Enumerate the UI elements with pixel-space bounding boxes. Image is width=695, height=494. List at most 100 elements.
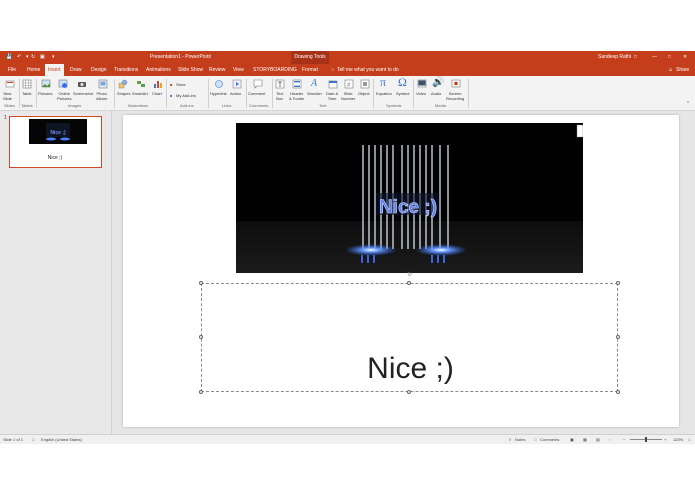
tab-animations[interactable]: Animations: [146, 64, 171, 76]
resize-handle[interactable]: [616, 390, 620, 394]
photo-album-button[interactable]: Photo Album: [96, 91, 107, 101]
fit-slide-icon[interactable]: □: [688, 435, 690, 444]
slide-sorter-icon[interactable]: ▦: [583, 435, 587, 444]
layout-options-button[interactable]: [576, 124, 583, 138]
video-button[interactable]: Video: [416, 91, 426, 96]
save-icon[interactable]: 💾: [6, 51, 12, 64]
rotate-handle-icon[interactable]: ↻: [407, 271, 412, 278]
wordart-button[interactable]: WordArt: [307, 91, 322, 96]
group-label-links: Links: [222, 103, 232, 108]
resize-handle[interactable]: [407, 390, 411, 394]
ribbon-group-separator: [272, 79, 273, 108]
tab-design[interactable]: Design: [91, 64, 107, 76]
chart-button[interactable]: Chart: [152, 91, 162, 96]
tab-file[interactable]: File: [8, 64, 16, 76]
resize-handle[interactable]: [616, 281, 620, 285]
hyperlink-icon: [215, 80, 223, 88]
close-icon[interactable]: ✕: [683, 51, 687, 64]
group-label-media: Media: [435, 103, 446, 108]
zoom-in-icon[interactable]: +: [664, 435, 666, 444]
group-label-addins: Add-ins: [180, 103, 194, 108]
hyperlink-button[interactable]: Hyperlink: [210, 91, 227, 96]
user-name[interactable]: Sandeep Rathi: [598, 51, 631, 64]
notes-icon: ≡: [509, 437, 512, 442]
tab-insert[interactable]: Insert: [45, 64, 64, 76]
zoom-out-icon[interactable]: −: [623, 435, 625, 444]
undo-dropdown-icon[interactable]: ▾: [26, 51, 29, 64]
group-label-illustrations: Illustrations: [128, 103, 149, 108]
equation-button[interactable]: Equation: [376, 91, 392, 96]
normal-view-icon[interactable]: ▣: [570, 435, 574, 444]
date-time-icon: [328, 80, 338, 89]
tab-review[interactable]: Review: [209, 64, 225, 76]
new-slide-button[interactable]: New Slide: [3, 91, 12, 101]
svg-text:Nice ;): Nice ;): [50, 130, 66, 136]
text-box[interactable]: Nice ;): [201, 283, 618, 392]
ribbon-group-separator: [19, 79, 20, 108]
screen-recording-button[interactable]: Screen Recording: [446, 91, 464, 101]
action-button[interactable]: Action: [230, 91, 241, 96]
photo-album-icon: [98, 79, 108, 89]
table-button[interactable]: Table: [22, 91, 32, 96]
slide-number-button[interactable]: Slide Number: [341, 91, 355, 101]
comments-button[interactable]: Comments: [540, 435, 559, 444]
smartart-button[interactable]: SmartArt: [132, 91, 148, 96]
store-button[interactable]: Store: [176, 82, 186, 87]
ribbon-display-icon[interactable]: □: [634, 51, 637, 64]
comment-button[interactable]: Comment: [248, 91, 265, 96]
resize-handle[interactable]: [199, 390, 203, 394]
screenshot-button[interactable]: Screenshot: [73, 91, 93, 96]
redo-icon[interactable]: ↻: [31, 51, 35, 64]
slide-canvas[interactable]: Nice ;) Nice ;) ↻: [123, 115, 679, 427]
comment-icon: [253, 79, 263, 89]
date-time-button[interactable]: Date & Time: [326, 91, 338, 101]
slide-show-icon[interactable]: ▫: [609, 435, 610, 444]
minimize-icon[interactable]: —: [652, 51, 657, 64]
quick-access-customize-icon[interactable]: ▾: [52, 51, 55, 64]
tab-slide-show[interactable]: Slide Show: [178, 64, 203, 76]
undo-icon[interactable]: ↶: [17, 51, 21, 64]
my-addins-button[interactable]: My Add-ins: [176, 93, 196, 98]
tab-view[interactable]: View: [233, 64, 244, 76]
thumbnail-caption: Nice ;): [47, 155, 63, 161]
zoom-level[interactable]: 120%: [673, 435, 683, 444]
text-box-button[interactable]: Text Box: [276, 91, 283, 101]
online-pictures-button[interactable]: Online Pictures: [57, 91, 71, 101]
collapse-ribbon-icon[interactable]: ⌃: [686, 102, 690, 107]
text-box-content[interactable]: Nice ;): [202, 351, 619, 387]
symbol-button[interactable]: Symbol: [396, 91, 409, 96]
language-status[interactable]: English (United States): [41, 435, 82, 444]
notes-button[interactable]: Notes: [515, 435, 525, 444]
image-text: Nice ;): [379, 197, 437, 218]
header-footer-button[interactable]: Header & Footer: [289, 91, 304, 101]
maximize-icon[interactable]: □: [668, 51, 671, 64]
audio-button[interactable]: Audio: [431, 91, 441, 96]
ribbon-group-separator: [413, 79, 414, 108]
tab-transitions[interactable]: Transitions: [114, 64, 138, 76]
tab-draw[interactable]: Draw: [70, 64, 82, 76]
tell-me-box[interactable]: Tell me what you want to do: [337, 64, 399, 76]
contextual-tools-label: Drawing Tools: [291, 51, 329, 64]
reading-view-icon[interactable]: ▤: [596, 435, 600, 444]
slide-thumbnail[interactable]: Nice ;) Nice ;): [9, 116, 102, 168]
zoom-slider-thumb[interactable]: [645, 437, 647, 442]
status-bar: Slide 1 of 1 □ English (United States) ≡…: [0, 434, 695, 444]
resize-handle[interactable]: [199, 335, 203, 339]
pictures-button[interactable]: Pictures: [38, 91, 52, 96]
tab-storyboarding[interactable]: STORYBOARDING: [253, 64, 297, 76]
present-icon[interactable]: ▣: [40, 51, 45, 64]
resize-handle[interactable]: [407, 281, 411, 285]
ribbon-group-separator: [373, 79, 374, 108]
slide-image[interactable]: Nice ;): [236, 123, 583, 273]
shapes-button[interactable]: Shapes: [117, 91, 131, 96]
resize-handle[interactable]: [616, 335, 620, 339]
spelling-icon[interactable]: □: [32, 435, 34, 444]
resize-handle[interactable]: [199, 281, 203, 285]
action-icon: [232, 79, 242, 89]
new-slide-icon: [5, 80, 15, 88]
tab-format[interactable]: Format: [302, 64, 318, 76]
tab-home[interactable]: Home: [27, 64, 40, 76]
pictures-icon: [41, 79, 51, 88]
object-button[interactable]: Object: [358, 91, 370, 96]
share-button[interactable]: Share: [676, 64, 689, 76]
